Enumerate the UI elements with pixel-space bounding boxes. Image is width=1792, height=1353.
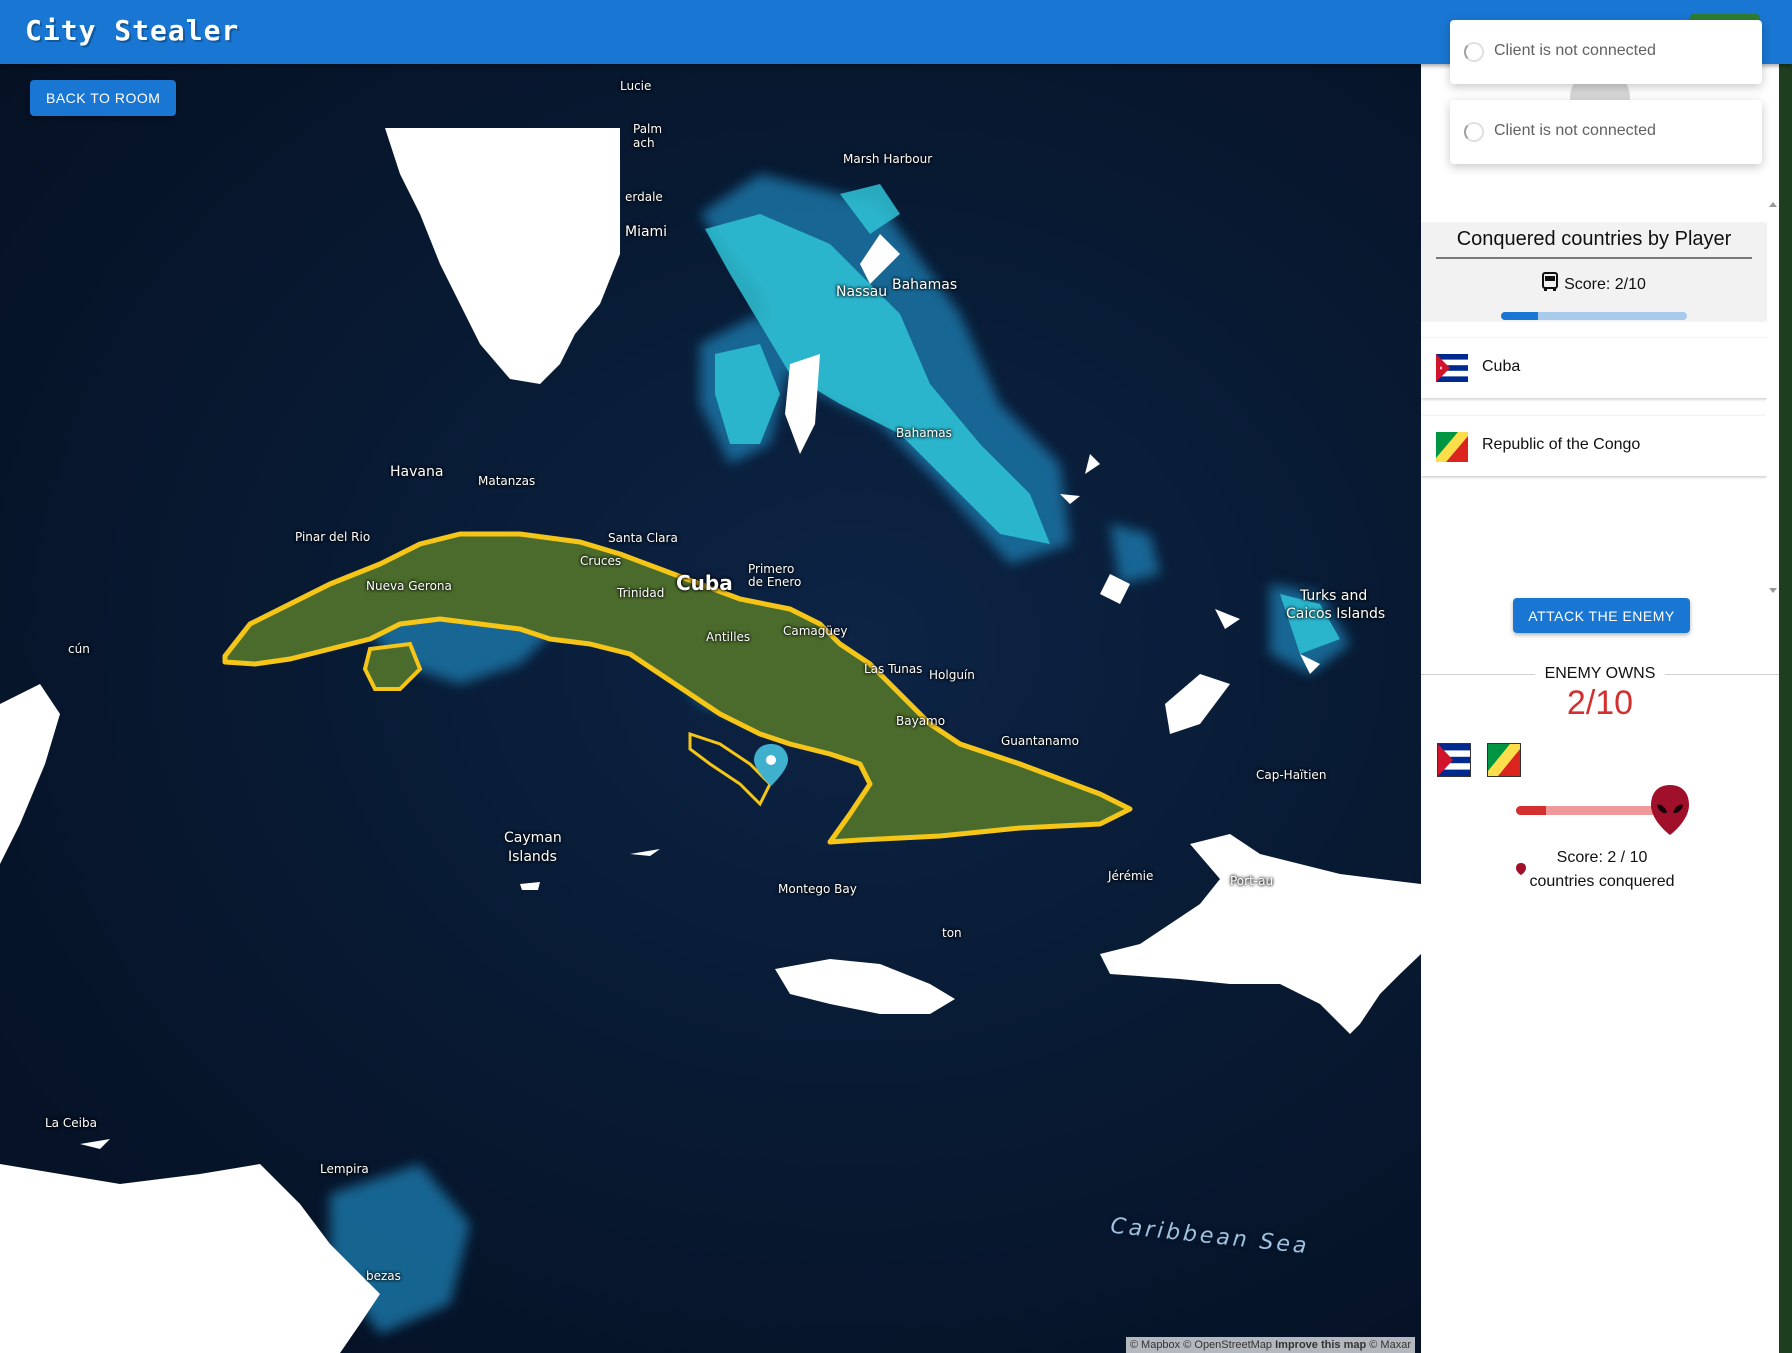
map-label: bezas	[366, 1269, 401, 1283]
cuba-flag-icon	[1437, 743, 1471, 782]
notification-text: Client is not connected	[1494, 42, 1656, 59]
map-label: Lucie	[620, 79, 652, 93]
map-label: Bahamas	[896, 426, 952, 440]
map-label: ton	[942, 926, 962, 940]
map-label: Holguín	[929, 668, 975, 682]
map-label: Lempira	[320, 1162, 369, 1176]
yucatan-landmass	[0, 684, 60, 864]
map-label: Nassau	[836, 284, 888, 300]
scroll-up-icon[interactable]	[1769, 202, 1777, 207]
notification-text: Client is not connected	[1494, 122, 1656, 139]
congo-flag-icon	[1487, 743, 1521, 782]
player-score: Score: 2/10	[1421, 272, 1767, 297]
map-label: Cruces	[580, 554, 622, 568]
list-item[interactable]: Republic of the Congo	[1421, 416, 1767, 476]
loading-spinner-icon	[1464, 42, 1484, 62]
bus-icon	[1542, 272, 1559, 297]
map-label: Santa Clara	[608, 531, 678, 545]
player-conquered-panel[interactable]: Conquered countries by Player Score: 2/1…	[1421, 222, 1767, 597]
app-title: City Stealer	[25, 14, 240, 47]
map-label: Cayman	[504, 830, 562, 846]
back-to-room-button[interactable]: BACK TO ROOM	[30, 80, 177, 116]
cayman-landmass	[520, 882, 540, 890]
map-label: Caicos Islands	[1286, 606, 1386, 622]
map-label: de Enero	[748, 575, 802, 589]
map-label: Islands	[508, 849, 557, 865]
notification-toast[interactable]: Client is not connected	[1450, 100, 1762, 164]
map-label-country: Cuba	[676, 571, 733, 595]
map-label: Primero	[748, 562, 795, 576]
enemy-ratio: 2/10	[1566, 684, 1634, 722]
window-edge	[1779, 0, 1792, 1353]
cuba-flag-icon	[1436, 354, 1468, 387]
enemy-score-subtitle: countries conquered	[1529, 873, 1675, 890]
map-label: Bayamo	[896, 714, 946, 728]
map-label: ach	[633, 136, 655, 150]
osm-link[interactable]: © OpenStreetMap	[1183, 1339, 1272, 1351]
map-attribution: © Mapbox © OpenStreetMap Improve this ma…	[1125, 1337, 1415, 1353]
map-label: Turks and	[1300, 588, 1368, 604]
map-label: Cap-Haïtien	[1256, 768, 1327, 782]
map-label: Pinar del Rio	[295, 530, 371, 544]
panel-header: Conquered countries by Player Score: 2/1…	[1421, 222, 1767, 322]
maxar-link[interactable]: © Maxar	[1369, 1339, 1411, 1351]
map-label: Antilles	[706, 630, 751, 644]
country-name: Republic of the Congo	[1482, 436, 1641, 453]
enemy-title: ENEMY OWNS	[1421, 665, 1779, 683]
enemy-score-bar	[1516, 806, 1666, 815]
map-label: Guantanamo	[1001, 734, 1079, 748]
map-label: Marsh Harbour	[843, 152, 933, 166]
mapbox-link[interactable]: © Mapbox	[1130, 1339, 1180, 1351]
central-america-landmass	[0, 1164, 380, 1353]
map-label: Palm	[633, 122, 663, 136]
small-islet	[630, 849, 660, 856]
map-label: erdale	[625, 190, 663, 204]
panel-title: Conquered countries by Player	[1436, 228, 1752, 259]
list-item[interactable]: Cuba	[1421, 338, 1767, 398]
map-label: Las Tunas	[864, 662, 923, 676]
map-label: Camagüey	[783, 624, 848, 638]
map-label: Bahamas	[892, 277, 958, 293]
enemy-title-text: ENEMY OWNS	[1534, 665, 1666, 682]
hispaniola-landmass	[1100, 834, 1421, 1034]
map-canvas	[0, 128, 1421, 1353]
jamaica-landmass	[775, 959, 955, 1014]
map-label: Montego Bay	[778, 882, 857, 896]
isla-de-la-juventud	[362, 641, 423, 691]
improve-map-link[interactable]: Improve this map	[1275, 1339, 1366, 1351]
attack-enemy-button[interactable]: ATTACK THE ENEMY	[1513, 598, 1690, 633]
map-label: Trinidad	[617, 586, 665, 600]
notification-toast[interactable]: Client is not connected	[1450, 20, 1762, 84]
loading-spinner-icon	[1464, 122, 1484, 142]
florida-landmass	[385, 128, 620, 384]
enemy-score-text: Score: 2 / 10	[1556, 849, 1648, 866]
player-score-progress	[1501, 312, 1687, 320]
country-name: Cuba	[1482, 358, 1521, 375]
map-label: Havana	[390, 464, 444, 480]
enemy-score-bar-fill	[1516, 806, 1546, 815]
scroll-down-icon[interactable]	[1769, 588, 1777, 593]
panel-scrollbar[interactable]	[1767, 200, 1779, 597]
map-label: Miami	[625, 224, 668, 240]
map-label: Port-au	[1230, 874, 1274, 888]
small-islet-2	[80, 1139, 110, 1149]
congo-flag-icon	[1436, 432, 1468, 467]
enemy-score: Score: 2 / 10 countries conquered	[1421, 846, 1783, 894]
player-score-text: Score: 2/10	[1564, 276, 1646, 293]
player-score-progress-fill	[1501, 312, 1539, 320]
map-label: Matanzas	[478, 474, 536, 488]
map-label: Jérémie	[1108, 869, 1154, 883]
map-label: La Ceiba	[45, 1116, 97, 1130]
map-label: cún	[68, 642, 90, 656]
alien-icon	[1650, 783, 1690, 842]
map-view[interactable]: Lucie Palm ach erdale Miami Marsh Harbou…	[0, 64, 1421, 1353]
location-pin-icon[interactable]	[754, 744, 788, 786]
map-label: Nueva Gerona	[366, 579, 452, 593]
